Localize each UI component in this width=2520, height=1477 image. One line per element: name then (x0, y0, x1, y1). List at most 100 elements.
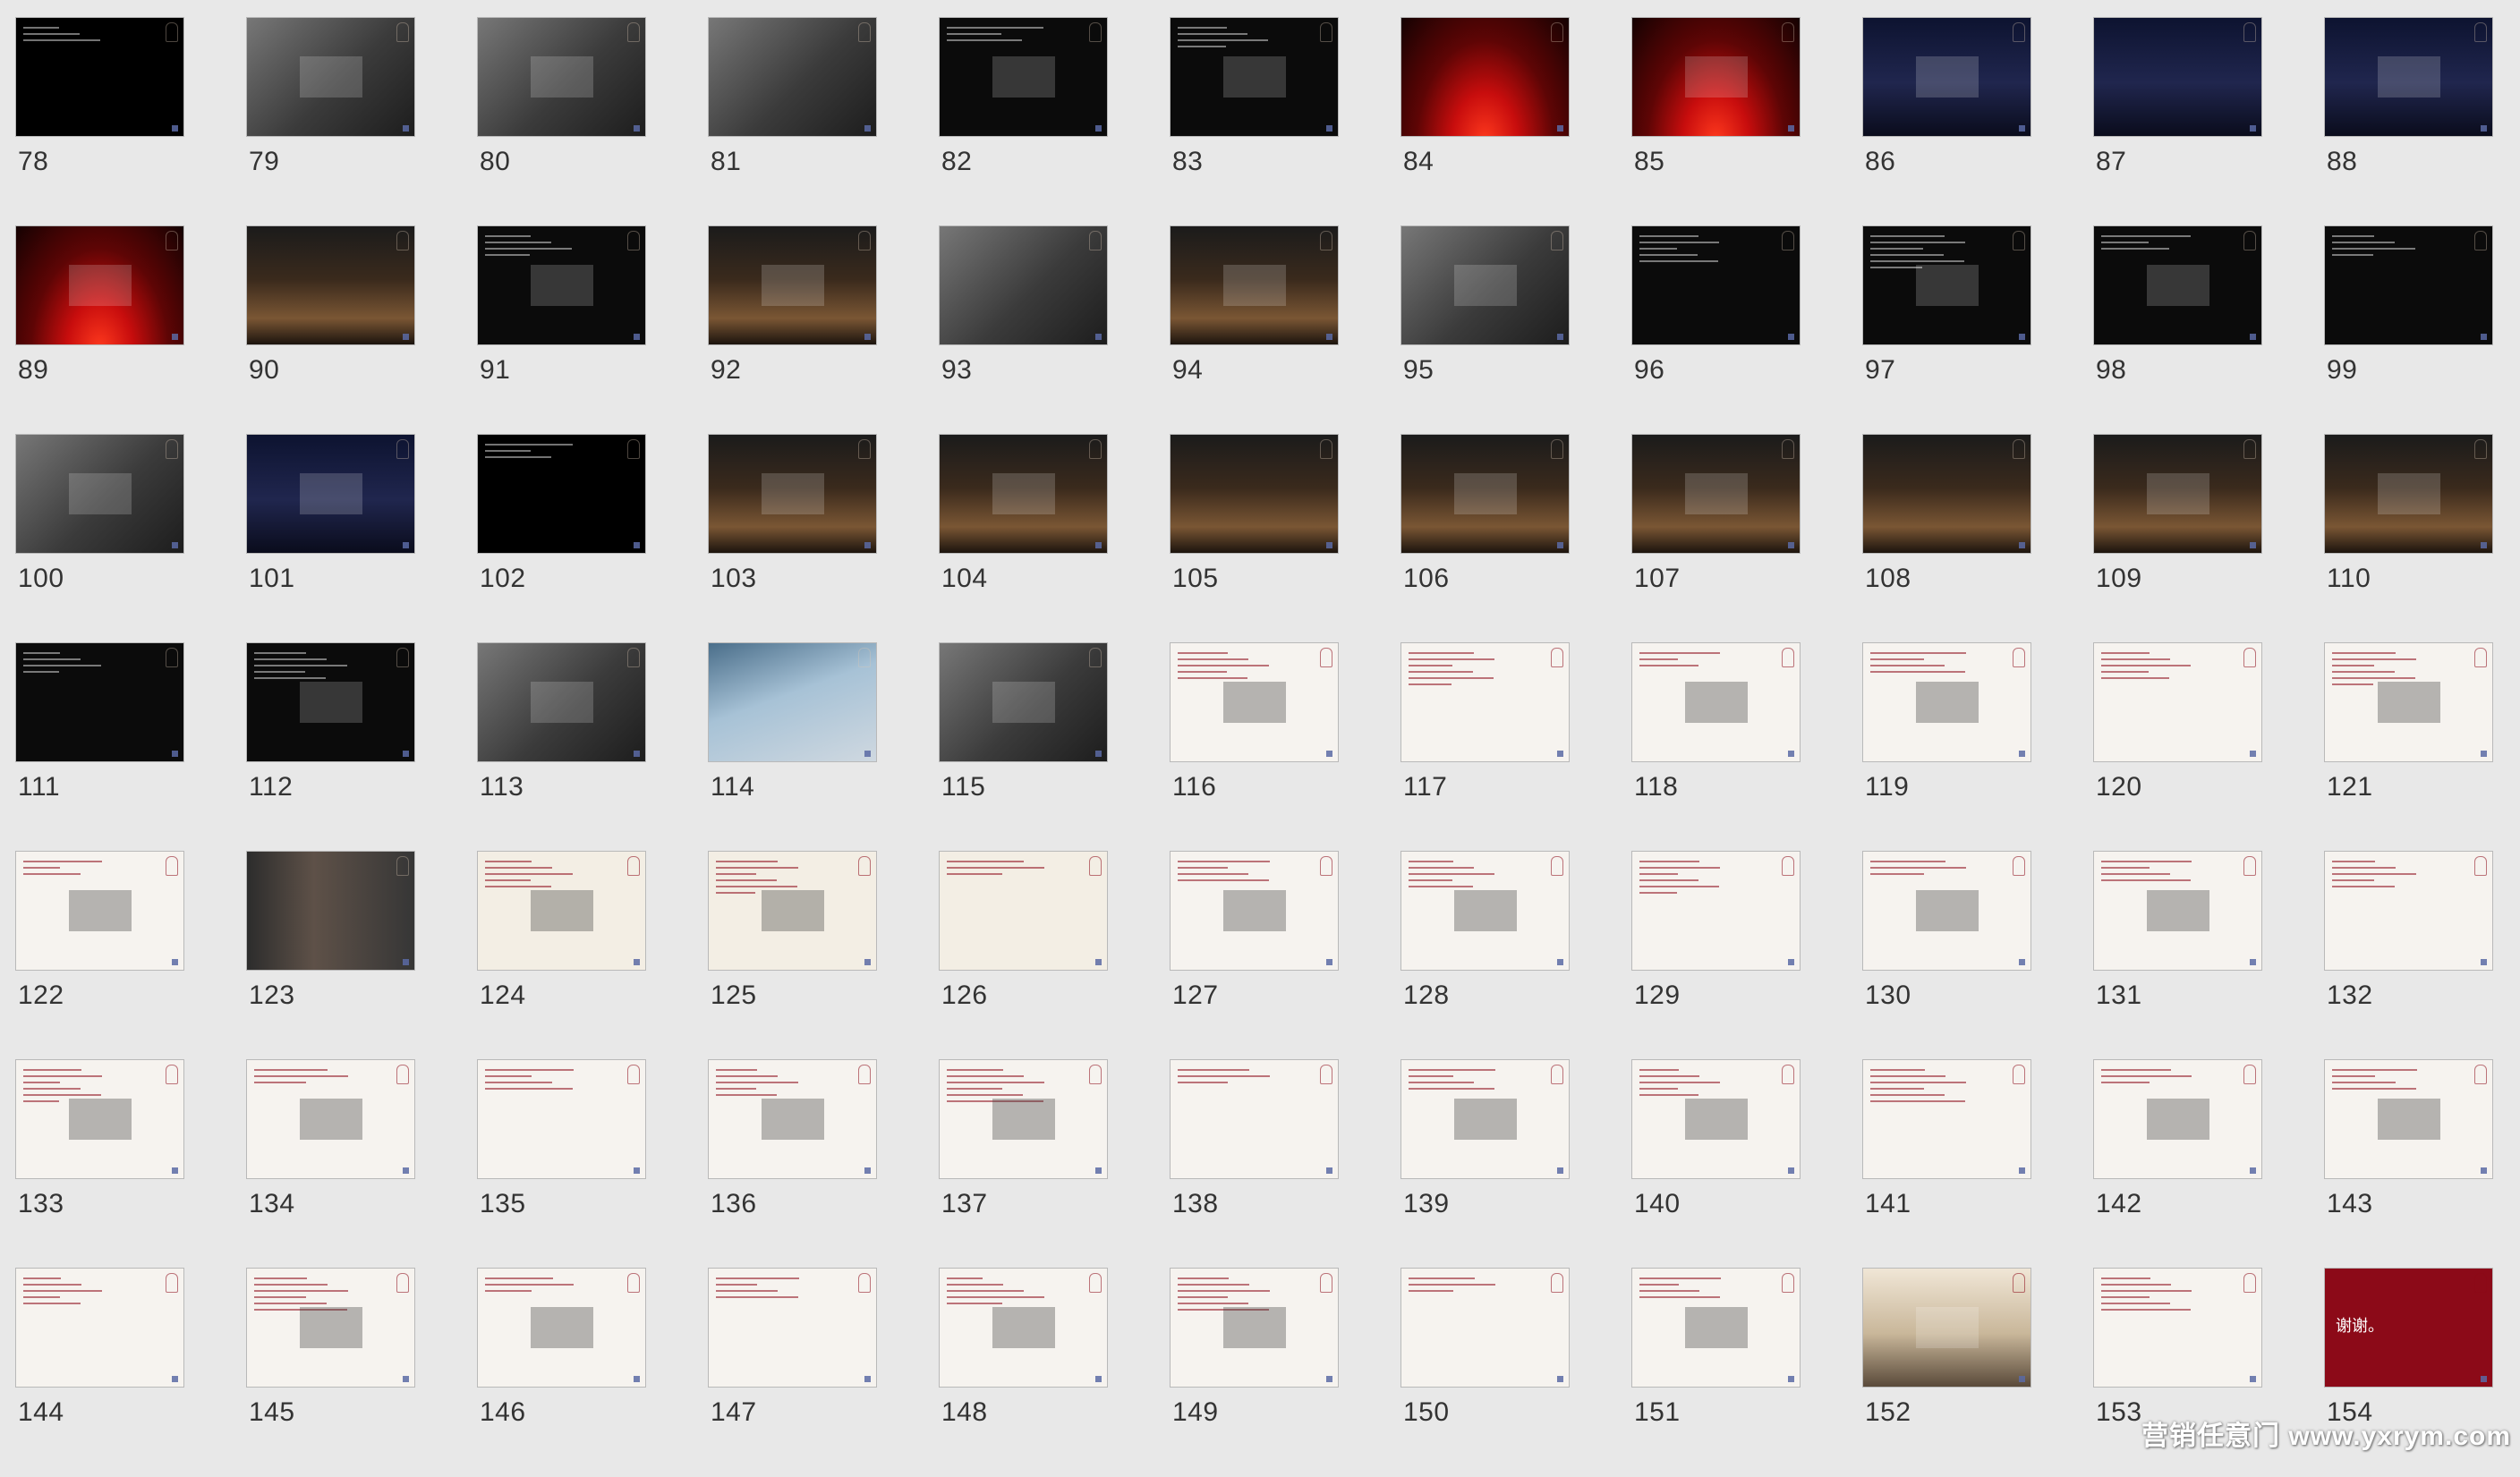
slide-thumbnail[interactable] (709, 18, 876, 136)
slide-thumbnail[interactable] (940, 435, 1107, 553)
slide-thumbnail[interactable] (1401, 643, 1569, 761)
slide-thumbnail[interactable] (1863, 852, 2030, 970)
slide-cell[interactable]: 115 (940, 643, 1171, 852)
slide-thumbnail[interactable] (709, 1060, 876, 1178)
slide-thumbnail[interactable] (478, 226, 645, 344)
slide-cell[interactable]: 84 (1401, 18, 1632, 226)
slide-thumbnail[interactable] (2325, 18, 2492, 136)
slide-thumbnail[interactable] (1632, 1269, 1800, 1387)
slide-thumbnail[interactable] (940, 1060, 1107, 1178)
slide-cell[interactable]: 124 (478, 852, 709, 1060)
slide-cell[interactable]: 132 (2325, 852, 2520, 1060)
slide-cell[interactable]: 134 (247, 1060, 478, 1269)
slide-cell[interactable]: 116 (1171, 643, 1401, 852)
slide-cell[interactable]: 149 (1171, 1269, 1401, 1477)
slide-thumbnail[interactable] (1863, 1060, 2030, 1178)
slide-cell[interactable]: 125 (709, 852, 940, 1060)
slide-cell[interactable]: 108 (1863, 435, 2094, 643)
slide-thumbnail[interactable] (709, 852, 876, 970)
slide-cell[interactable]: 118 (1632, 643, 1863, 852)
slide-thumbnail[interactable] (2094, 18, 2261, 136)
slide-thumbnail[interactable] (16, 1060, 183, 1178)
slide-thumbnail[interactable]: 谢谢。 (2325, 1269, 2492, 1387)
slide-cell[interactable]: 141 (1863, 1060, 2094, 1269)
slide-thumbnail[interactable] (2094, 1060, 2261, 1178)
slide-thumbnail[interactable] (1401, 226, 1569, 344)
slide-thumbnail[interactable] (1863, 18, 2030, 136)
slide-thumbnail[interactable] (1632, 226, 1800, 344)
slide-thumbnail[interactable] (1632, 18, 1800, 136)
slide-thumbnail[interactable] (940, 18, 1107, 136)
slide-thumbnail[interactable] (1401, 435, 1569, 553)
slide-cell[interactable]: 127 (1171, 852, 1401, 1060)
slide-thumbnail[interactable] (247, 1269, 414, 1387)
slide-thumbnail[interactable] (478, 1060, 645, 1178)
slide-cell[interactable]: 105 (1171, 435, 1401, 643)
slide-thumbnail[interactable] (478, 643, 645, 761)
slide-thumbnail[interactable] (1171, 1269, 1338, 1387)
slide-cell[interactable]: 100 (16, 435, 247, 643)
slide-cell[interactable]: 128 (1401, 852, 1632, 1060)
slide-cell[interactable]: 101 (247, 435, 478, 643)
slide-cell[interactable]: 81 (709, 18, 940, 226)
slide-thumbnail[interactable] (2325, 435, 2492, 553)
slide-cell[interactable]: 138 (1171, 1060, 1401, 1269)
slide-cell[interactable]: 92 (709, 226, 940, 435)
slide-thumbnail[interactable] (1401, 852, 1569, 970)
slide-cell[interactable]: 120 (2094, 643, 2325, 852)
slide-cell[interactable]: 109 (2094, 435, 2325, 643)
slide-thumbnail[interactable] (1171, 852, 1338, 970)
slide-cell[interactable]: 129 (1632, 852, 1863, 1060)
slide-thumbnail[interactable] (709, 1269, 876, 1387)
slide-cell[interactable]: 121 (2325, 643, 2520, 852)
slide-thumbnail[interactable] (1863, 1269, 2030, 1387)
slide-thumbnail[interactable] (1171, 643, 1338, 761)
slide-thumbnail[interactable] (247, 435, 414, 553)
slide-cell[interactable]: 143 (2325, 1060, 2520, 1269)
slide-cell[interactable]: 150 (1401, 1269, 1632, 1477)
slide-cell[interactable]: 140 (1632, 1060, 1863, 1269)
slide-cell[interactable]: 96 (1632, 226, 1863, 435)
slide-thumbnail[interactable] (247, 1060, 414, 1178)
slide-thumbnail[interactable] (478, 18, 645, 136)
slide-cell[interactable]: 83 (1171, 18, 1401, 226)
slide-cell[interactable]: 104 (940, 435, 1171, 643)
slide-cell[interactable]: 80 (478, 18, 709, 226)
slide-thumbnail[interactable] (16, 643, 183, 761)
slide-thumbnail[interactable] (2325, 852, 2492, 970)
slide-cell[interactable]: 91 (478, 226, 709, 435)
slide-cell[interactable]: 130 (1863, 852, 2094, 1060)
slide-cell[interactable]: 147 (709, 1269, 940, 1477)
slide-thumbnail[interactable] (940, 1269, 1107, 1387)
slide-thumbnail[interactable] (16, 226, 183, 344)
slide-cell[interactable]: 97 (1863, 226, 2094, 435)
slide-thumbnail[interactable] (2094, 435, 2261, 553)
slide-thumbnail[interactable] (478, 435, 645, 553)
slide-thumbnail[interactable] (1171, 18, 1338, 136)
slide-cell[interactable]: 103 (709, 435, 940, 643)
slide-cell[interactable]: 79 (247, 18, 478, 226)
slide-thumbnail[interactable] (2325, 1060, 2492, 1178)
slide-cell[interactable]: 122 (16, 852, 247, 1060)
slide-thumbnail[interactable] (2325, 226, 2492, 344)
slide-thumbnail[interactable] (247, 643, 414, 761)
slide-cell[interactable]: 85 (1632, 18, 1863, 226)
slide-thumbnail[interactable] (16, 852, 183, 970)
slide-cell[interactable]: 87 (2094, 18, 2325, 226)
slide-thumbnail[interactable] (1863, 226, 2030, 344)
slide-cell[interactable]: 88 (2325, 18, 2520, 226)
slide-cell[interactable]: 148 (940, 1269, 1171, 1477)
slide-thumbnail[interactable] (1632, 435, 1800, 553)
slide-thumbnail[interactable] (940, 226, 1107, 344)
slide-cell[interactable]: 142 (2094, 1060, 2325, 1269)
slide-cell[interactable]: 135 (478, 1060, 709, 1269)
slide-thumbnail[interactable] (2325, 643, 2492, 761)
slide-thumbnail[interactable] (16, 1269, 183, 1387)
slide-cell[interactable]: 126 (940, 852, 1171, 1060)
slide-thumbnail[interactable] (2094, 226, 2261, 344)
slide-thumbnail[interactable] (1401, 1060, 1569, 1178)
slide-cell[interactable]: 89 (16, 226, 247, 435)
slide-cell[interactable]: 136 (709, 1060, 940, 1269)
slide-thumbnail[interactable] (709, 643, 876, 761)
slide-thumbnail[interactable] (478, 1269, 645, 1387)
